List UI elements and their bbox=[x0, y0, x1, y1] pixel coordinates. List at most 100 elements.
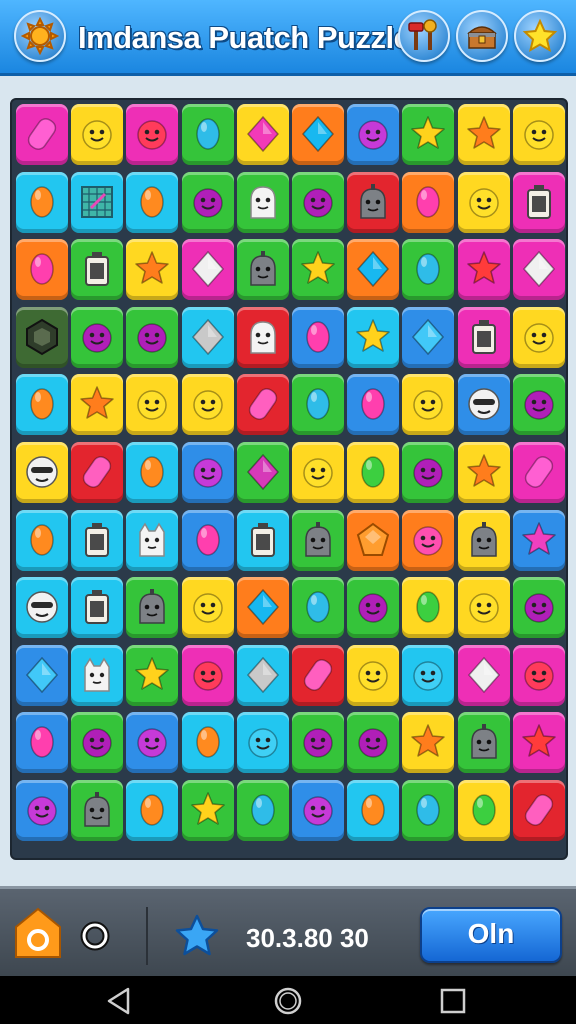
board-tile[interactable] bbox=[126, 509, 179, 571]
back-icon[interactable] bbox=[104, 986, 134, 1016]
board-tile[interactable] bbox=[236, 712, 289, 774]
board-tile[interactable] bbox=[236, 104, 289, 165]
board-tile[interactable] bbox=[292, 577, 344, 639]
board-tile[interactable] bbox=[126, 306, 179, 368]
board-tile[interactable] bbox=[71, 644, 124, 706]
board-tile[interactable] bbox=[16, 509, 68, 571]
board-tile[interactable] bbox=[402, 171, 455, 233]
board-tile[interactable] bbox=[71, 509, 124, 571]
board-tile[interactable] bbox=[512, 104, 565, 165]
board-tile[interactable] bbox=[457, 577, 510, 639]
board-tile[interactable] bbox=[292, 442, 344, 503]
board-tile[interactable] bbox=[236, 171, 289, 233]
board-tile[interactable] bbox=[457, 509, 510, 571]
board-tile[interactable] bbox=[126, 374, 179, 436]
board-tile[interactable] bbox=[181, 306, 234, 368]
board-tile[interactable] bbox=[512, 239, 565, 301]
board-tile[interactable] bbox=[236, 239, 289, 301]
board-tile[interactable] bbox=[16, 239, 68, 301]
board-tile[interactable] bbox=[347, 239, 400, 301]
board-tile[interactable] bbox=[16, 780, 68, 841]
board-tile[interactable] bbox=[457, 171, 510, 233]
board-tile[interactable] bbox=[347, 171, 400, 233]
board-tile[interactable] bbox=[347, 442, 400, 503]
sun-button[interactable] bbox=[14, 10, 66, 62]
board-tile[interactable] bbox=[16, 171, 68, 233]
board-tile[interactable] bbox=[126, 171, 179, 233]
board-tile[interactable] bbox=[71, 442, 124, 503]
board-tile[interactable] bbox=[512, 171, 565, 233]
board-tile[interactable] bbox=[71, 306, 124, 368]
board-tile[interactable] bbox=[126, 712, 179, 774]
board-tile[interactable] bbox=[126, 577, 179, 639]
board-tile[interactable] bbox=[181, 712, 234, 774]
board-tile[interactable] bbox=[292, 171, 344, 233]
board-tile[interactable] bbox=[16, 644, 68, 706]
board-tile[interactable] bbox=[292, 374, 344, 436]
board-tile[interactable] bbox=[402, 509, 455, 571]
board-tile[interactable] bbox=[16, 374, 68, 436]
home-button[interactable] bbox=[14, 907, 62, 959]
board-tile[interactable] bbox=[347, 780, 400, 841]
board-tile[interactable] bbox=[512, 780, 565, 841]
board-tile[interactable] bbox=[181, 644, 234, 706]
board-tile[interactable] bbox=[347, 712, 400, 774]
board-tile[interactable] bbox=[71, 104, 124, 165]
board-tile[interactable] bbox=[347, 104, 400, 165]
board-tile[interactable] bbox=[181, 171, 234, 233]
board-tile[interactable] bbox=[457, 442, 510, 503]
board-tile[interactable] bbox=[512, 712, 565, 774]
board-tile[interactable] bbox=[71, 780, 124, 841]
board-tile[interactable] bbox=[126, 780, 179, 841]
board-tile[interactable] bbox=[292, 239, 344, 301]
action-button[interactable]: Oln bbox=[420, 907, 562, 963]
board-tile[interactable] bbox=[71, 239, 124, 301]
board-tile[interactable] bbox=[292, 104, 344, 165]
board-tile[interactable] bbox=[126, 644, 179, 706]
board-tile[interactable] bbox=[347, 374, 400, 436]
board-tile[interactable] bbox=[457, 306, 510, 368]
recents-icon[interactable] bbox=[438, 986, 468, 1016]
board-tile[interactable] bbox=[16, 577, 68, 639]
board-tile[interactable] bbox=[126, 104, 179, 165]
board-tile[interactable] bbox=[457, 780, 510, 841]
board-tile[interactable] bbox=[181, 104, 234, 165]
board-tile[interactable] bbox=[347, 577, 400, 639]
board-tile[interactable] bbox=[347, 509, 400, 571]
board-tile[interactable] bbox=[236, 306, 289, 368]
star-badge-button[interactable] bbox=[514, 10, 566, 62]
board-tile[interactable] bbox=[402, 712, 455, 774]
board-tile[interactable] bbox=[512, 577, 565, 639]
board-tile[interactable] bbox=[16, 104, 68, 165]
board-tile[interactable] bbox=[16, 712, 68, 774]
board-tile[interactable] bbox=[71, 171, 124, 233]
board-tile[interactable] bbox=[402, 374, 455, 436]
board-tile[interactable] bbox=[16, 306, 68, 368]
board-tile[interactable] bbox=[402, 577, 455, 639]
board-tile[interactable] bbox=[181, 577, 234, 639]
board-tile[interactable] bbox=[402, 104, 455, 165]
board-tile[interactable] bbox=[292, 780, 344, 841]
board-tile[interactable] bbox=[181, 442, 234, 503]
board-tile[interactable] bbox=[292, 644, 344, 706]
board-tile[interactable] bbox=[236, 577, 289, 639]
board-tile[interactable] bbox=[402, 780, 455, 841]
board-tile[interactable] bbox=[181, 509, 234, 571]
board-tile[interactable] bbox=[71, 712, 124, 774]
board-tile[interactable] bbox=[457, 104, 510, 165]
board-tile[interactable] bbox=[402, 442, 455, 503]
board-tile[interactable] bbox=[457, 374, 510, 436]
board-tile[interactable] bbox=[402, 644, 455, 706]
board-tile[interactable] bbox=[457, 712, 510, 774]
board-tile[interactable] bbox=[512, 509, 565, 571]
board-tile[interactable] bbox=[71, 374, 124, 436]
board-tile[interactable] bbox=[512, 644, 565, 706]
board-tile[interactable] bbox=[512, 306, 565, 368]
board-tile[interactable] bbox=[71, 577, 124, 639]
board-tile[interactable] bbox=[181, 374, 234, 436]
board-tile[interactable] bbox=[126, 239, 179, 301]
tools-button[interactable] bbox=[398, 10, 450, 62]
circle-button[interactable] bbox=[80, 921, 110, 951]
board-tile[interactable] bbox=[181, 780, 234, 841]
board-tile[interactable] bbox=[512, 442, 565, 503]
